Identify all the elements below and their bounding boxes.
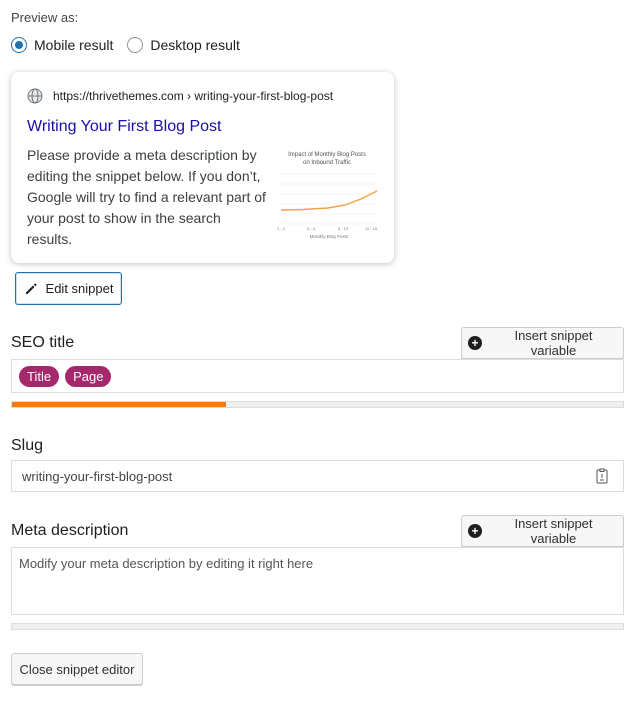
- thumb-xtick-4: 11 - 15: [365, 226, 378, 231]
- close-snippet-editor-label: Close snippet editor: [19, 661, 135, 677]
- plus-circle-icon: +: [468, 524, 482, 538]
- insert-variable-label: Insert snippet variable: [514, 328, 593, 358]
- meta-description-placeholder: Modify your meta description by editing …: [19, 556, 314, 571]
- seo-title-label: SEO title: [11, 334, 75, 351]
- seo-title-progress-fill: [12, 402, 226, 407]
- preview-as-label: Preview as:: [11, 10, 79, 25]
- mobile-result-label: Mobile result: [34, 37, 114, 53]
- thumb-xlabel: Monthly Blog Posts: [310, 234, 349, 239]
- thumb-xtick-1: 1 - 2: [277, 226, 286, 231]
- edit-snippet-label: Edit snippet: [45, 281, 114, 296]
- meta-description-label: Meta description: [11, 522, 129, 539]
- desktop-result-option[interactable]: Desktop result: [127, 37, 240, 53]
- thumb-xtick-3: 5 - 10: [338, 226, 349, 231]
- meta-description-progress-bar: [11, 623, 624, 630]
- page-variable-pill[interactable]: Page: [65, 365, 112, 387]
- thumb-title-line2: on Inbound Traffic: [303, 160, 351, 166]
- meta-description-input[interactable]: Modify your meta description by editing …: [11, 547, 624, 615]
- serp-preview-card: https://thrivethemes.com › writing-your-…: [11, 72, 394, 263]
- seo-title-input[interactable]: Title Page: [11, 359, 624, 393]
- slug-label: Slug: [11, 437, 44, 454]
- thumb-xtick-2: 3 - 4: [307, 226, 316, 231]
- serp-title-link[interactable]: Writing Your First Blog Post: [27, 118, 221, 136]
- slug-value: writing-your-first-blog-post: [22, 468, 173, 484]
- serp-description: Please provide a meta description by edi…: [27, 147, 266, 247]
- close-snippet-editor-button[interactable]: Close snippet editor: [11, 653, 143, 685]
- serp-thumbnail-chart: Impact of Monthly Blog Posts on Inbound …: [273, 146, 381, 246]
- thumb-title-line1: Impact of Monthly Blog Posts: [288, 152, 366, 158]
- mobile-result-option[interactable]: Mobile result: [11, 37, 113, 53]
- desktop-result-radio[interactable]: [127, 37, 144, 53]
- plus-circle-icon: +: [468, 336, 482, 350]
- insert-variable-label: Insert snippet variable: [514, 516, 593, 546]
- desktop-result-label: Desktop result: [150, 37, 240, 53]
- slug-input[interactable]: writing-your-first-blog-post: [11, 460, 624, 492]
- clipboard-icon[interactable]: [595, 468, 609, 484]
- serp-url-row: https://thrivethemes.com › writing-your-…: [27, 88, 333, 104]
- seo-title-progress-bar: [11, 401, 624, 408]
- meta-description-insert-variable-button[interactable]: + Insert snippet variable: [461, 515, 624, 547]
- seo-title-insert-variable-button[interactable]: + Insert snippet variable: [461, 327, 624, 359]
- globe-icon: [27, 88, 43, 104]
- edit-snippet-button[interactable]: Edit snippet: [15, 272, 122, 305]
- mobile-result-radio[interactable]: [11, 37, 27, 53]
- pencil-icon: [25, 282, 37, 294]
- title-variable-pill[interactable]: Title: [19, 365, 60, 387]
- preview-mode-radio-group: Mobile result Desktop result: [11, 37, 254, 53]
- serp-url: https://thrivethemes.com › writing-your-…: [53, 89, 334, 103]
